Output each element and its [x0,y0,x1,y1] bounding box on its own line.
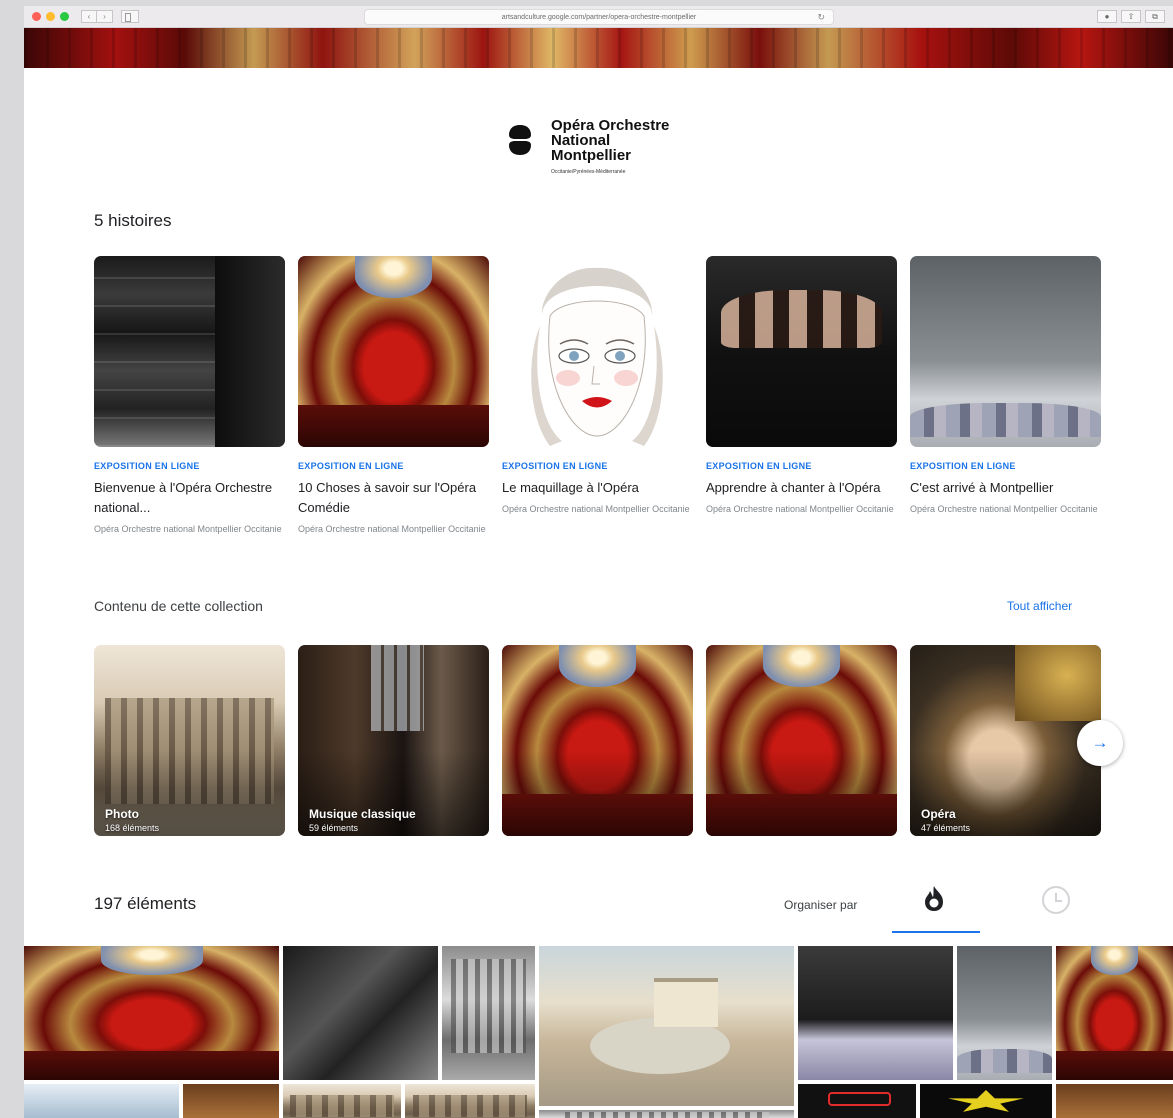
asset-tile[interactable] [442,946,535,1080]
story-thumbnail[interactable] [706,256,897,447]
story-card[interactable]: EXPOSITION EN LIGNE 10 Choses à savoir s… [298,256,489,535]
collection-tile-label: Montpellier [717,807,782,821]
story-kicker: EXPOSITION EN LIGNE [706,461,812,471]
story-meta: Opéra Orchestre national Montpellier Occ… [94,524,282,534]
partner-region: Occitanie/Pyrénées-Méditerranée [551,169,626,175]
story-thumbnail[interactable] [910,256,1101,447]
collection-tile-count: 168 éléments [105,823,160,833]
collection-tile-count: 52 éléments [513,823,563,833]
popularity-flame-icon[interactable] [919,883,949,913]
see-all-link[interactable]: Tout afficher [1007,599,1072,613]
story-card[interactable]: EXPOSITION EN LIGNE Le maquillage à l'Op… [502,256,693,515]
partner-name-line-1: Opéra Orchestre [551,117,670,134]
story-meta: Opéra Orchestre national Montpellier Occ… [502,504,690,514]
stories-heading: 5 histoires [94,211,172,230]
collection-tile-label: Musique classique [309,807,416,821]
collection-tile[interactable]: Opéra 47 éléments [910,645,1101,836]
collection-tile[interactable]: Photo 168 éléments [94,645,285,836]
next-arrow-button[interactable]: → [1077,720,1123,766]
asset-tile[interactable] [24,946,279,1080]
story-meta: Opéra Orchestre national Montpellier Occ… [706,504,894,514]
history-nav: ‹ › [81,10,113,23]
asset-tile[interactable] [24,1084,179,1118]
hero-banner-image [24,28,1173,68]
time-clock-icon[interactable] [1042,886,1070,914]
sort-label: Organiser par [784,898,858,912]
story-kicker: EXPOSITION EN LIGNE [298,461,404,471]
tile-gradient-overlay [706,645,897,836]
minimize-window-button[interactable] [46,12,55,21]
asset-tile[interactable] [283,946,438,1080]
page-content: Opéra Orchestre National Montpellier Occ… [24,28,1173,1118]
story-title[interactable]: Le maquillage à l'Opéra [502,478,693,498]
share-icon[interactable]: ⇧ [1121,10,1141,23]
collection-tile-count: 59 éléments [309,823,359,833]
story-card[interactable]: EXPOSITION EN LIGNE Bienvenue à l'Opéra … [94,256,285,535]
partner-logo: Opéra Orchestre National Montpellier Occ… [509,118,701,175]
window-controls [32,12,69,21]
zoom-window-button[interactable] [60,12,69,21]
asset-tile[interactable] [1056,946,1173,1080]
items-heading: 197 éléments [94,894,197,913]
toolbar-actions: ● ⇧ ⧉ [1097,10,1165,23]
story-title[interactable]: 10 Choses à savoir sur l'Opéra Comédie [298,478,489,518]
collection-tile[interactable]: France 52 éléments [502,645,693,836]
partner-name-line-3: Montpellier [551,147,632,164]
collection-tile-label: Photo [105,807,139,821]
story-card[interactable]: EXPOSITION EN LIGNE Apprendre à chanter … [706,256,897,515]
asset-tile[interactable] [283,1084,401,1118]
story-thumbnail[interactable] [298,256,489,447]
story-kicker: EXPOSITION EN LIGNE [910,461,1016,471]
collection-tile[interactable]: Montpellier 47 éléments [706,645,897,836]
asset-tile[interactable] [920,1084,1052,1118]
address-bar[interactable]: artsandculture.google.com/partner/opera-… [364,9,834,25]
story-title[interactable]: C'est arrivé à Montpellier [910,478,1101,498]
url-text: artsandculture.google.com/partner/opera-… [501,13,697,21]
sidebar-toggle-icon[interactable] [121,10,139,23]
asset-tile[interactable] [798,1084,916,1118]
tabs-overview-icon[interactable]: ⧉ [1145,10,1165,23]
story-kicker: EXPOSITION EN LIGNE [502,461,608,471]
story-meta: Opéra Orchestre national Montpellier Occ… [910,504,1098,514]
collection-tile-count: 47 éléments [921,823,971,833]
collection-tile-label: Opéra [921,807,956,821]
tile-gradient-overlay [502,645,693,836]
arrow-right-icon: → [1091,733,1109,752]
partner-name-line-2: National [551,132,611,149]
collection-heading: Contenu de cette collection [94,598,263,614]
asset-tile[interactable] [183,1084,279,1118]
browser-toolbar: ‹ › artsandculture.google.com/partner/op… [24,6,1173,28]
asset-tile[interactable] [539,946,794,1106]
story-title[interactable]: Apprendre à chanter à l'Opéra [706,478,897,498]
story-thumbnail[interactable] [502,256,693,447]
partner-name: Opéra Orchestre National Montpellier [551,118,701,163]
story-kicker: EXPOSITION EN LIGNE [94,461,200,471]
asset-tile[interactable] [1056,1084,1173,1118]
back-button[interactable]: ‹ [81,10,97,23]
story-title[interactable]: Bienvenue à l'Opéra Orchestre national..… [94,478,285,518]
asset-tile[interactable] [405,1084,535,1118]
story-thumbnail[interactable] [94,256,285,447]
asset-tile[interactable] [957,946,1052,1080]
forward-button[interactable]: › [97,10,113,23]
close-window-button[interactable] [32,12,41,21]
story-card[interactable]: EXPOSITION EN LIGNE C'est arrivé à Montp… [910,256,1101,515]
reload-icon[interactable]: ↻ [817,12,825,23]
collection-tile-label: France [513,807,553,821]
asset-tile[interactable] [539,1110,794,1118]
collection-tile[interactable]: Musique classique 59 éléments [298,645,489,836]
opera-logo-icon [509,124,531,156]
collection-tile-count: 47 éléments [717,823,767,833]
story-meta: Opéra Orchestre national Montpellier Occ… [298,524,486,534]
active-sort-indicator [892,931,980,933]
makeup-face-illustration [531,267,663,446]
asset-tile[interactable] [798,946,953,1080]
downloads-icon[interactable]: ● [1097,10,1117,23]
